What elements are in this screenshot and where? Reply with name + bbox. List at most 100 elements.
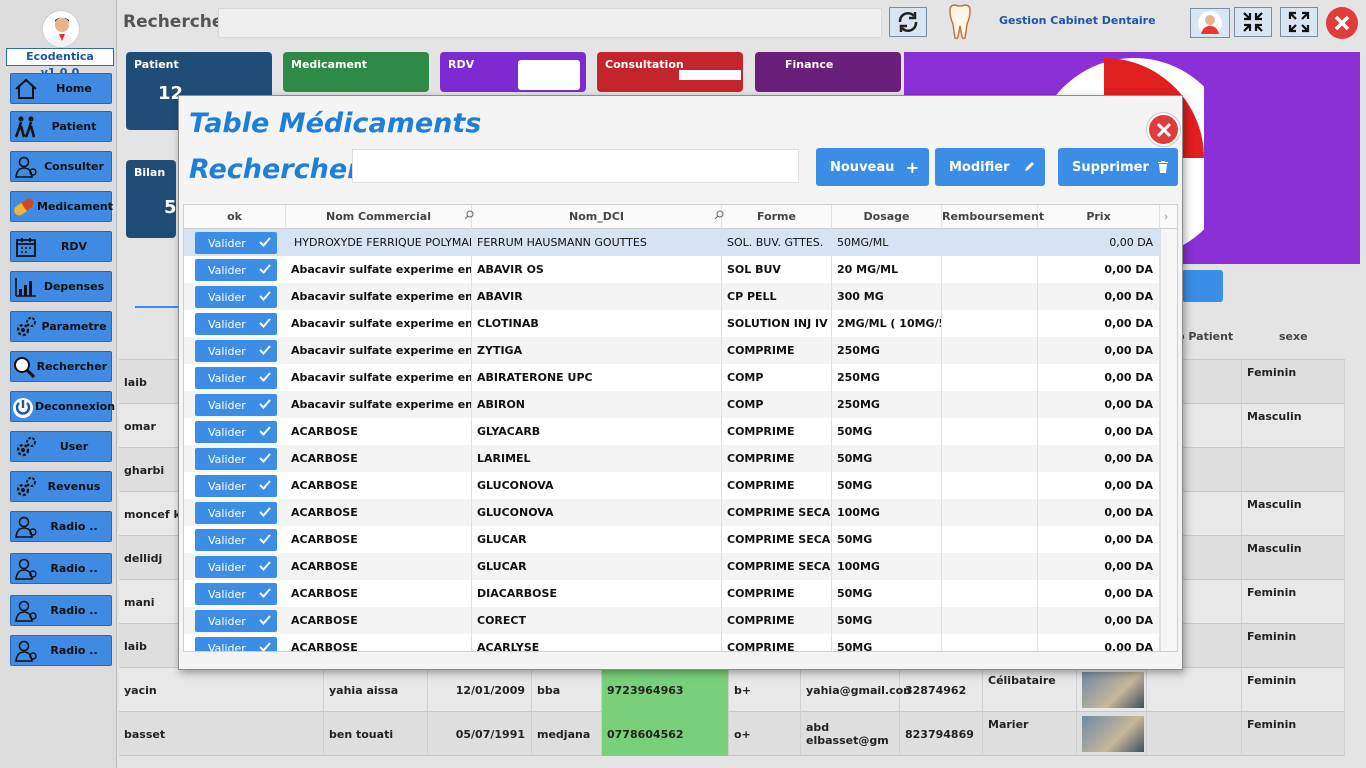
table-row[interactable]: Valider HYDROXYDE FERRIQUE POLYMALTOSEFER… <box>184 229 1160 256</box>
sidebar-item-6[interactable]: Depenses <box>10 271 112 302</box>
cell-nom-commercial: ACARBOSE <box>286 472 472 499</box>
sidebar-item-4[interactable]: Medicament <box>10 191 113 222</box>
column-header-2[interactable]: Nom Commercial <box>286 205 472 229</box>
valider-button[interactable]: Valider <box>195 529 277 551</box>
search-icon[interactable] <box>464 210 474 223</box>
valider-button[interactable]: Valider <box>195 394 277 416</box>
table-row[interactable]: Valider Abacavir sulfate experime en abac… <box>184 283 1160 310</box>
valider-button[interactable]: Valider <box>195 637 277 651</box>
table-row[interactable]: Valider Abacavir sulfate experime en abac… <box>184 391 1160 418</box>
cell-prix: 0,00 DA <box>1038 472 1160 499</box>
table-row[interactable]: Valider ACARBOSE DIACARBOSE COMPRIME 50MG 0,0… <box>184 580 1160 607</box>
supprimer-button[interactable]: Supprimer <box>1058 148 1178 186</box>
sidebar-item-7[interactable]: Parametre <box>10 311 112 342</box>
sidebar-item-10[interactable]: User <box>10 431 112 462</box>
table-row[interactable]: Valider ACARBOSE CORECT COMPRIME 50MG 0,00 DA <box>184 607 1160 634</box>
valider-button[interactable]: Valider <box>195 232 277 254</box>
card-rdv[interactable]: RDV <box>440 52 586 92</box>
table-row[interactable]: Valider ACARBOSEGLUCARCOMPRIME SECABLE50M… <box>184 526 1160 553</box>
user-avatar-button[interactable] <box>1190 8 1230 38</box>
card-label: Finance <box>785 58 834 71</box>
sidebar-item-9[interactable]: Deconnexion <box>10 391 115 422</box>
table-row[interactable]: Valider ACARBOSE GLYACARB COMPRIME 50MG 0,00 … <box>184 418 1160 445</box>
column-header-1[interactable]: ok <box>184 205 286 229</box>
valider-label: Valider <box>208 560 246 574</box>
sidebar-item-13[interactable]: Radio .. <box>10 553 112 584</box>
scroll-right-icon[interactable]: › <box>1164 210 1168 223</box>
maximize-button[interactable] <box>1280 7 1318 37</box>
valider-button[interactable]: Valider <box>195 421 277 443</box>
vertical-scrollbar[interactable] <box>1160 229 1177 651</box>
table-row[interactable]: Valider ACARBOSE LARIMEL COMPRIME 50MG 0,00 D… <box>184 445 1160 472</box>
background-table-row[interactable]: yacin yahia aissa 12/01/2009 bba 9723964963 b… <box>119 668 1345 712</box>
table-row[interactable]: Valider Abacavir sulfate experime en abac… <box>184 364 1160 391</box>
sidebar-item-2[interactable]: Patient <box>10 111 112 142</box>
card-medicament[interactable]: Medicament <box>283 52 429 92</box>
modifier-label: Modifier <box>949 159 1010 175</box>
column-header-7[interactable]: Prix <box>1038 205 1160 229</box>
column-header-4[interactable]: Forme <box>722 205 832 229</box>
cell-nom-dci: ABIRATERONE UPC <box>472 364 722 391</box>
cell-prix: 0,00 DA <box>1038 337 1160 364</box>
valider-button[interactable]: Valider <box>195 313 277 335</box>
doctor-icon <box>11 152 41 181</box>
valider-button[interactable]: Valider <box>195 286 277 308</box>
valider-button[interactable]: Valider <box>195 610 277 632</box>
valider-label: Valider <box>208 479 246 493</box>
background-table-row[interactable]: basset ben touati 05/07/1991 medjana 0778604… <box>119 712 1345 756</box>
sidebar-item-11[interactable]: Revenus <box>10 471 112 502</box>
card-consultation[interactable]: Consultation <box>597 52 743 92</box>
background-action-button[interactable] <box>1182 270 1223 302</box>
table-row[interactable]: Valider Abacavir sulfate experime en abac… <box>184 310 1160 337</box>
cell-forme: SOL. BUV. GTTES. <box>722 229 832 256</box>
table-row[interactable]: Valider ACARBOSEGLUCONOVACOMPRIME SECABLE… <box>184 499 1160 526</box>
cell-empty <box>1147 712 1242 756</box>
refresh-button[interactable] <box>889 7 927 37</box>
table-row[interactable]: Valider Abacavir sulfate experime en abac… <box>184 337 1160 364</box>
medicaments-table: ok Nom Commercial Nom_DCI Forme Dosage Rembou… <box>183 204 1178 652</box>
valider-button[interactable]: Valider <box>195 259 277 281</box>
sidebar-item-15[interactable]: Radio .. <box>10 635 112 666</box>
valider-button[interactable]: Valider <box>195 556 277 578</box>
sidebar-item-3[interactable]: Consulter <box>10 151 112 182</box>
checkmark-icon <box>259 398 271 412</box>
minimize-button[interactable] <box>1234 7 1272 37</box>
search-icon[interactable] <box>714 210 724 223</box>
medicament-search-input[interactable] <box>352 149 799 183</box>
card-bilan[interactable]: Bilan 5 <box>126 160 177 238</box>
cell-remboursement <box>942 256 1038 283</box>
valider-button[interactable]: Valider <box>195 448 277 470</box>
table-row[interactable]: Valider ACARBOSE GLUCONOVA COMPRIME 50MG 0,00… <box>184 472 1160 499</box>
sidebar-item-1[interactable]: Home <box>10 73 112 104</box>
cell-nom-commercial: ACARBOSE <box>286 445 472 472</box>
card-finance[interactable]: Finance <box>755 52 901 92</box>
global-search-input[interactable] <box>218 8 882 38</box>
modifier-button[interactable]: Modifier <box>935 148 1045 186</box>
sidebar-item-14[interactable]: Radio .. <box>10 595 112 626</box>
valider-button[interactable]: Valider <box>195 475 277 497</box>
checkmark-icon <box>259 371 271 385</box>
cell-etat: Marier <box>983 712 1077 756</box>
column-header-6[interactable]: Remboursement <box>942 205 1044 229</box>
sidebar-item-12[interactable]: Radio .. <box>10 511 112 542</box>
table-row[interactable]: Valider ACARBOSEGLUCARCOMPRIME SECABLE100… <box>184 553 1160 580</box>
close-dialog-button[interactable] <box>1147 113 1180 146</box>
checkmark-icon <box>259 452 271 466</box>
cell-remboursement <box>942 499 1038 526</box>
sidebar-item-8[interactable]: Rechercher <box>10 351 112 382</box>
column-header-5[interactable]: Dosage <box>832 205 942 229</box>
valider-button[interactable]: Valider <box>195 502 277 524</box>
table-row[interactable]: Valider ACARBOSE ACARLYSE COMPRIME 50MG 0,00 … <box>184 634 1160 651</box>
valider-button[interactable]: Valider <box>195 340 277 362</box>
checkmark-icon <box>259 614 271 628</box>
sidebar-item-5[interactable]: RDV <box>10 231 112 262</box>
valider-button[interactable]: Valider <box>195 367 277 389</box>
column-header-3[interactable]: Nom_DCI <box>472 205 722 229</box>
cell-remboursement <box>942 337 1038 364</box>
nouveau-button[interactable]: Nouveau + <box>816 148 929 186</box>
valider-button[interactable]: Valider <box>195 583 277 605</box>
cell-dosage: 250MG <box>832 391 942 418</box>
close-app-button[interactable] <box>1326 7 1358 39</box>
sidebar-item-label: RDV <box>60 240 88 253</box>
table-row[interactable]: Valider Abacavir sulfate experime en abac… <box>184 256 1160 283</box>
